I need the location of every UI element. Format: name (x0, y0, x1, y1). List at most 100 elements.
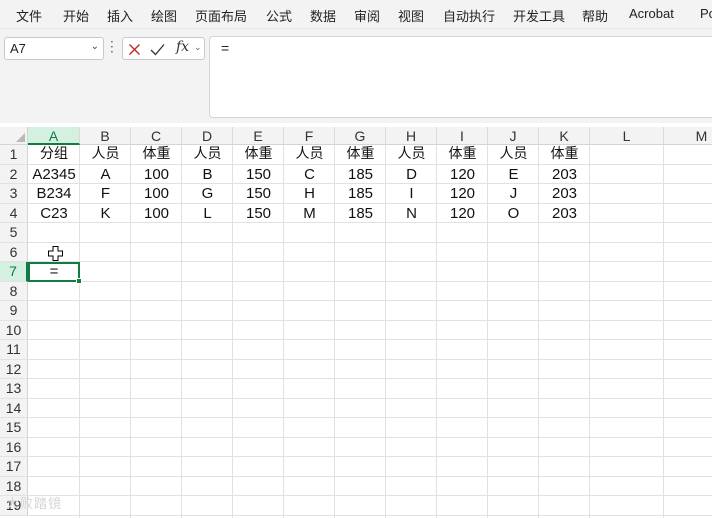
cell-j1[interactable]: 人员 (488, 145, 539, 164)
row-header-12[interactable]: 12 (0, 359, 28, 379)
active-cell-a7[interactable]: = (28, 262, 80, 282)
cell-i2[interactable]: 120 (437, 165, 488, 184)
row-header-14[interactable]: 14 (0, 398, 28, 418)
column-header-l[interactable]: L (590, 127, 664, 145)
row-header-4[interactable]: 4 (0, 203, 28, 223)
tab-draw[interactable]: 绘图 (151, 6, 177, 25)
cell-d2[interactable]: B (182, 165, 233, 184)
column-header-m[interactable]: M (664, 127, 712, 145)
cell-f1[interactable]: 人员 (284, 145, 335, 164)
column-header-h[interactable]: H (386, 127, 437, 145)
formula-input[interactable]: = (209, 36, 712, 118)
tab-power-pivot[interactable]: Po (700, 6, 712, 21)
cell-h1[interactable]: 人员 (386, 145, 437, 164)
column-header-b[interactable]: B (80, 127, 131, 145)
cell-f3[interactable]: H (284, 184, 335, 203)
cell-h3[interactable]: I (386, 184, 437, 203)
cancel-icon[interactable] (128, 43, 141, 56)
worksheet-grid[interactable]: A B C D E F G H I J K L M 1 2 3 4 5 6 7 8 9 10 11 12 13 14 15 16 17 18… (0, 127, 712, 518)
cell-b3[interactable]: F (80, 184, 131, 203)
tab-formulas[interactable]: 公式 (266, 6, 292, 25)
tab-view[interactable]: 视图 (398, 6, 424, 25)
cell-i4[interactable]: 120 (437, 204, 488, 223)
cell-e2[interactable]: 150 (233, 165, 284, 184)
row-header-2[interactable]: 2 (0, 164, 28, 184)
chevron-down-icon[interactable]: ⌄ (91, 41, 99, 52)
tab-data[interactable]: 数据 (310, 6, 336, 25)
cell-b4[interactable]: K (80, 204, 131, 223)
column-header-c[interactable]: C (131, 127, 182, 145)
cell-g3[interactable]: 185 (335, 184, 386, 203)
cell-e1[interactable]: 体重 (233, 145, 284, 164)
cell-g1[interactable]: 体重 (335, 145, 386, 164)
cell-f2[interactable]: C (284, 165, 335, 184)
name-box[interactable]: A7 ⌄ (4, 37, 104, 60)
tab-review[interactable]: 审阅 (354, 6, 380, 25)
cell-g2[interactable]: 185 (335, 165, 386, 184)
cell-k4[interactable]: 203 (539, 204, 590, 223)
column-header-d[interactable]: D (182, 127, 233, 145)
tab-file[interactable]: 文件 (16, 6, 42, 25)
tab-page-layout[interactable]: 页面布局 (195, 6, 247, 25)
cell-j4[interactable]: O (488, 204, 539, 223)
cell-e4[interactable]: 150 (233, 204, 284, 223)
select-all-button[interactable] (0, 127, 28, 145)
column-header-a[interactable]: A (28, 127, 80, 145)
chevron-down-icon[interactable]: ⌄ (194, 43, 202, 53)
cell-h2[interactable]: D (386, 165, 437, 184)
cell-a2[interactable]: A2345 (28, 165, 80, 184)
row-header-11[interactable]: 11 (0, 340, 28, 360)
cell-d1[interactable]: 人员 (182, 145, 233, 164)
cell-a3[interactable]: B234 (28, 184, 80, 203)
tab-home[interactable]: 开始 (63, 6, 89, 25)
cell-i1[interactable]: 体重 (437, 145, 488, 164)
row-header-15[interactable]: 15 (0, 418, 28, 438)
cell-a1[interactable]: 分组 (28, 145, 80, 164)
cell-k2[interactable]: 203 (539, 165, 590, 184)
cell-b2[interactable]: A (80, 165, 131, 184)
row-header-3[interactable]: 3 (0, 184, 28, 204)
cell-d4[interactable]: L (182, 204, 233, 223)
tab-acrobat[interactable]: Acrobat (629, 6, 674, 21)
row-header-13[interactable]: 13 (0, 379, 28, 399)
row-header-16[interactable]: 16 (0, 437, 28, 457)
fill-handle[interactable] (76, 278, 82, 284)
column-header-k[interactable]: K (539, 127, 590, 145)
row-header-7[interactable]: 7 (0, 262, 28, 282)
column-header-e[interactable]: E (233, 127, 284, 145)
cell-b1[interactable]: 人员 (80, 145, 131, 164)
cell-c1[interactable]: 体重 (131, 145, 182, 164)
row-header-5[interactable]: 5 (0, 223, 28, 243)
row-header-17[interactable]: 17 (0, 457, 28, 477)
row-header-1[interactable]: 1 (0, 145, 28, 165)
cell-c4[interactable]: 100 (131, 204, 182, 223)
row-header-8[interactable]: 8 (0, 281, 28, 301)
cell-k1[interactable]: 体重 (539, 145, 590, 164)
cell-h4[interactable]: N (386, 204, 437, 223)
tab-help[interactable]: 帮助 (582, 6, 608, 25)
more-options-icon[interactable]: · · · (110, 36, 114, 58)
column-header-j[interactable]: J (488, 127, 539, 145)
column-header-i[interactable]: I (437, 127, 488, 145)
cell-c3[interactable]: 100 (131, 184, 182, 203)
cell-g4[interactable]: 185 (335, 204, 386, 223)
cell-e3[interactable]: 150 (233, 184, 284, 203)
row-header-9[interactable]: 9 (0, 301, 28, 321)
enter-icon[interactable] (150, 43, 165, 56)
cell-j2[interactable]: E (488, 165, 539, 184)
tab-automate[interactable]: 自动执行 (443, 6, 495, 25)
cell-f4[interactable]: M (284, 204, 335, 223)
cell-c2[interactable]: 100 (131, 165, 182, 184)
tab-developer[interactable]: 开发工具 (513, 6, 565, 25)
cell-d3[interactable]: G (182, 184, 233, 203)
column-header-f[interactable]: F (284, 127, 335, 145)
cell-k3[interactable]: 203 (539, 184, 590, 203)
row-header-10[interactable]: 10 (0, 320, 28, 340)
row-header-6[interactable]: 6 (0, 242, 28, 262)
cell-j3[interactable]: J (488, 184, 539, 203)
cell-i3[interactable]: 120 (437, 184, 488, 203)
tab-insert[interactable]: 插入 (107, 6, 133, 25)
cell-a4[interactable]: C23 (28, 204, 80, 223)
insert-function-icon[interactable]: fx (176, 39, 189, 55)
column-header-g[interactable]: G (335, 127, 386, 145)
